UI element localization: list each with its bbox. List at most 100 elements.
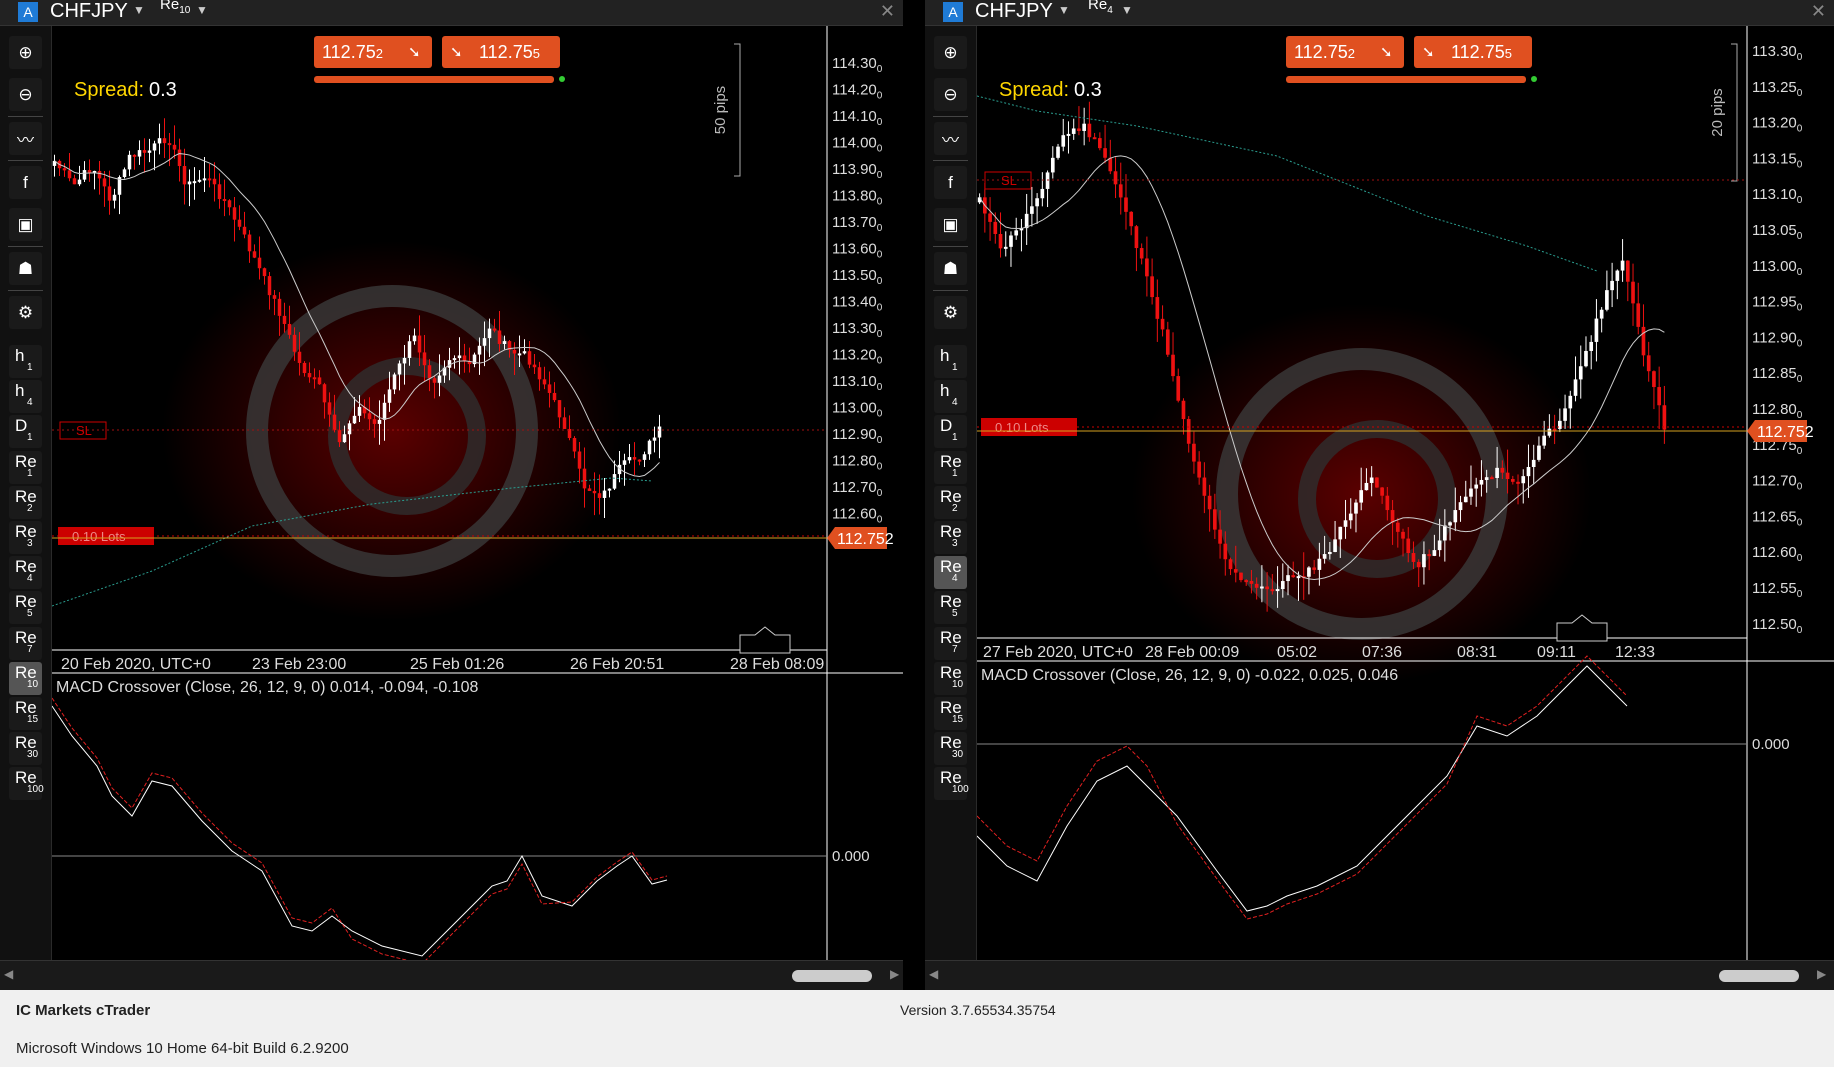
spread-value: 0.3 [1074, 79, 1102, 101]
chart-type-icon[interactable]: 〰 [934, 122, 967, 155]
horizontal-scrollbar[interactable]: ◀ ▶ [925, 960, 1834, 990]
candle [502, 341, 507, 344]
scroll-right-icon[interactable]: ▶ [1817, 967, 1826, 981]
time-axis-label: 05:02 [1277, 644, 1317, 661]
timeframe-re1-button[interactable]: Re 1 [9, 450, 42, 484]
timeframe-re5-button[interactable]: Re 5 [934, 591, 967, 625]
timeframe-re3-button[interactable]: Re 3 [934, 521, 967, 554]
account-badge[interactable]: A [943, 2, 963, 22]
candle [1484, 477, 1489, 480]
symbol-selector[interactable]: CHFJPY [975, 0, 1053, 22]
timeframe-selector[interactable]: Re4 [1088, 0, 1113, 16]
trader-icon[interactable]: ☗ [9, 252, 42, 285]
timeframe-re1-button[interactable]: Re 1 [934, 450, 967, 484]
chart-type-icon[interactable]: 〰 [9, 122, 42, 155]
candle [1307, 567, 1311, 577]
scroll-right-icon[interactable]: ▶ [890, 967, 899, 981]
current-price-label: 112.752 [837, 531, 894, 548]
macd-line [977, 665, 1628, 912]
timeframe-re30-button[interactable]: Re 30 [934, 732, 967, 766]
candle [612, 474, 617, 489]
scrollbar-thumb[interactable] [792, 970, 872, 982]
timeframe-re10-button[interactable]: Re 10 [934, 661, 967, 695]
chart-area[interactable]: 113.300 113.250 113.200 113.150 113.100 113.0… [977, 26, 1834, 960]
trader-icon[interactable]: ☗ [934, 252, 967, 285]
scrollbar-thumb[interactable] [1719, 970, 1799, 982]
timeframe-re4-button[interactable]: Re 4 [9, 556, 42, 590]
zoom-out-icon[interactable]: ⊖ [934, 78, 967, 111]
scroll-left-icon[interactable]: ◀ [929, 967, 938, 981]
scroll-left-icon[interactable]: ◀ [4, 967, 13, 981]
candle [1401, 531, 1405, 539]
candle [1207, 495, 1212, 510]
timeframe-h4-button[interactable]: h4 [934, 380, 967, 414]
timeframe-re5-button[interactable]: Re 5 [9, 591, 42, 625]
stop-loss-label: SL [1001, 173, 1017, 188]
price-axis-tick: 113.600 [832, 241, 883, 261]
candle [1510, 479, 1515, 482]
candle [87, 170, 92, 173]
chart-shift-handle[interactable] [739, 626, 791, 654]
account-badge[interactable]: A [18, 2, 38, 22]
zoom-in-icon[interactable]: ⊕ [9, 36, 42, 69]
zoom-out-icon[interactable]: ⊖ [9, 78, 42, 111]
timeframe-d1-button[interactable]: D1 [934, 415, 967, 449]
timeframe-re10-button[interactable]: Re 10 [9, 661, 42, 695]
candle [597, 493, 602, 498]
timeframe-h4-button[interactable]: h4 [9, 380, 42, 414]
candle [77, 179, 82, 185]
timeframe-re100-button[interactable]: Re 100 [9, 767, 44, 801]
symbol-selector[interactable]: CHFJPY [50, 0, 128, 22]
price-axis-tick: 112.850 [1752, 365, 1803, 385]
timeframe-re2-button[interactable]: Re 2 [934, 485, 967, 519]
timeframe-re7-button[interactable]: Re 7 [934, 626, 967, 660]
candle [412, 335, 417, 342]
timeframe-re100-button[interactable]: Re 100 [934, 767, 969, 801]
cbot-icon[interactable]: ▣ [934, 208, 967, 241]
candle [132, 154, 137, 157]
symbol-dropdown-icon[interactable]: ▼ [133, 3, 145, 17]
timeframe-re15-button[interactable]: Re 15 [9, 697, 42, 730]
sell-price: 112.752 [1294, 42, 1355, 62]
chart-area[interactable]: 114.300 114.200 114.100 114.000 113.900 113.8… [52, 26, 903, 960]
price-axis-tick: 113.700 [832, 214, 883, 234]
settings-icon[interactable]: ⚙ [9, 296, 42, 329]
candle [327, 402, 332, 415]
macd-zero-label: 0.000 [1752, 736, 1790, 753]
chart-shift-handle[interactable] [1556, 614, 1608, 642]
candle [147, 150, 152, 153]
symbol-dropdown-icon[interactable]: ▼ [1058, 3, 1070, 17]
cbot-icon[interactable]: ▣ [9, 208, 42, 241]
timeframe-h1-button[interactable]: h1 [934, 345, 967, 378]
candle [652, 437, 657, 441]
close-icon[interactable]: ✕ [880, 0, 895, 22]
candle [1354, 502, 1358, 514]
timeframe-selector[interactable]: Re10 [160, 0, 190, 16]
timeframe-d1-button[interactable]: D1 [9, 415, 42, 449]
facebook-icon[interactable]: f [9, 166, 42, 199]
timeframe-sub: 1 [952, 467, 958, 479]
timeframe-re2-button[interactable]: Re 2 [9, 485, 42, 519]
os-info: Microsoft Windows 10 Home 64-bit Build 6… [16, 1040, 349, 1057]
toolbar-separator [933, 290, 968, 291]
timeframe-dropdown-icon[interactable]: ▼ [196, 3, 208, 17]
candle [1563, 408, 1567, 421]
zoom-in-icon[interactable]: ⊕ [934, 36, 967, 69]
candle [1641, 326, 1646, 356]
timeframe-re3-button[interactable]: Re 3 [9, 521, 42, 554]
close-icon[interactable]: ✕ [1811, 0, 1826, 22]
settings-icon[interactable]: ⚙ [934, 296, 967, 329]
candle [1584, 350, 1588, 367]
facebook-icon[interactable]: f [934, 166, 967, 199]
candle [297, 351, 302, 363]
candle [1118, 184, 1123, 198]
timeframe-re15-button[interactable]: Re 15 [934, 697, 967, 730]
timeframe-dropdown-icon[interactable]: ▼ [1121, 3, 1133, 17]
candle [277, 298, 282, 316]
candle [437, 375, 442, 383]
timeframe-re4-button[interactable]: Re 4 [934, 556, 967, 590]
horizontal-scrollbar[interactable]: ◀ ▶ [0, 960, 903, 990]
timeframe-h1-button[interactable]: h1 [9, 345, 42, 378]
timeframe-re30-button[interactable]: Re 30 [9, 732, 42, 766]
timeframe-re7-button[interactable]: Re 7 [9, 626, 42, 660]
